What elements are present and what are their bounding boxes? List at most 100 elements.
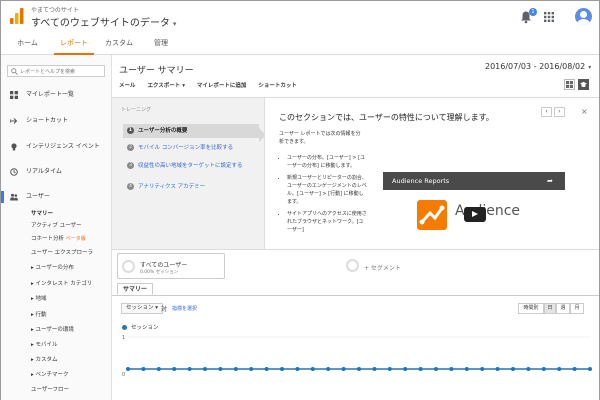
- metric-dropdown[interactable]: セッション ▾: [121, 303, 164, 314]
- subitem-users-flow[interactable]: ユーザーフロー: [31, 385, 69, 396]
- data-point[interactable]: [203, 367, 207, 371]
- sidebar-item-intelligence[interactable]: インテリジェンス イベント: [1, 141, 111, 153]
- report-search[interactable]: [7, 65, 105, 77]
- subitem-overview[interactable]: サマリー: [31, 209, 53, 220]
- data-point[interactable]: [156, 367, 161, 371]
- main-nav: ホーム レポート カスタム 管理: [1, 34, 599, 55]
- step-label: アナリティクス アカデミー: [138, 184, 206, 190]
- data-point[interactable]: [126, 367, 130, 371]
- segment-sub: 0.00% セッション: [140, 270, 179, 275]
- email-button[interactable]: メール: [119, 83, 136, 89]
- data-point[interactable]: [434, 367, 438, 371]
- subitem-benchmark[interactable]: ▸ ベンチマーク: [31, 370, 69, 381]
- training-step-2[interactable]: 2 モバイル コンバージョン率を比較する: [123, 141, 259, 155]
- subitem-geo[interactable]: ▸ 地域: [31, 294, 47, 305]
- play-icon[interactable]: [464, 207, 486, 222]
- data-point[interactable]: [464, 367, 469, 371]
- clock-icon: [10, 168, 18, 176]
- tab-reports[interactable]: レポート: [54, 34, 94, 55]
- data-point[interactable]: [557, 367, 562, 371]
- step-number: 3: [127, 162, 134, 169]
- video-player[interactable]: Audience Reports ➦ Audience: [383, 172, 565, 250]
- data-point[interactable]: [541, 367, 546, 371]
- training-step-3[interactable]: 3 収益性の高い地域をターゲットに設定する: [123, 159, 259, 173]
- add-segment-button[interactable]: + セグメント: [342, 253, 450, 279]
- subitem-custom[interactable]: ▸ カスタム: [31, 355, 58, 366]
- training-toggle-button[interactable]: [578, 79, 589, 90]
- training-step-1[interactable]: 1 ユーザー分析の概要: [123, 124, 259, 138]
- close-icon[interactable]: ×: [581, 107, 588, 116]
- subitem-demographics[interactable]: ▸ ユーザーの分布: [31, 263, 74, 274]
- tab-home[interactable]: ホーム: [1, 34, 54, 55]
- data-point[interactable]: [572, 367, 577, 371]
- legend-dot: [122, 325, 127, 330]
- training-step-4[interactable]: 4 アナリティクス アカデミー: [123, 180, 259, 194]
- data-point[interactable]: [172, 367, 177, 371]
- top-bar: やまてつのサイト すべてのウェブサイトのデータ ▾ 1: [1, 1, 599, 34]
- data-point[interactable]: [511, 367, 515, 371]
- view-selector[interactable]: すべてのウェブサイトのデータ ▾: [31, 14, 176, 29]
- granularity-hourly[interactable]: 時間別: [518, 303, 544, 314]
- sidebar-item-shortcuts[interactable]: ショートカット: [1, 115, 111, 127]
- data-point[interactable]: [480, 367, 485, 371]
- granularity-day[interactable]: 日: [544, 303, 556, 314]
- data-point[interactable]: [449, 367, 454, 371]
- data-point[interactable]: [326, 367, 331, 371]
- account-avatar[interactable]: [575, 8, 592, 25]
- tab-summary[interactable]: サマリー: [117, 283, 154, 295]
- data-point[interactable]: [264, 367, 269, 371]
- apps-grid-icon[interactable]: [544, 12, 554, 22]
- subitem-active-users[interactable]: アクティブ ユーザー: [31, 221, 82, 232]
- video-title-bar: Audience Reports ➦: [383, 172, 565, 190]
- data-point[interactable]: [372, 367, 377, 371]
- sessions-chart: 10: [122, 335, 592, 378]
- next-button[interactable]: ›: [554, 107, 565, 117]
- subitem-user-explorer[interactable]: ユーザー エクスプローラ: [31, 248, 93, 259]
- subitem-cohort[interactable]: コホート分析 ベータ版: [31, 234, 86, 245]
- shortcut-button[interactable]: ショートカット: [258, 83, 297, 89]
- data-point[interactable]: [233, 367, 238, 371]
- date-range-picker[interactable]: 2016/07/03 - 2016/08/02 ▾: [485, 62, 591, 71]
- subitem-interests[interactable]: ▸ インタレスト カテゴリ: [31, 279, 92, 290]
- sidebar-item-audience[interactable]: ユーザー: [1, 191, 111, 203]
- data-point[interactable]: [141, 367, 146, 371]
- data-point[interactable]: [341, 367, 346, 371]
- step-number: 1: [127, 127, 134, 134]
- segment-dot-icon: [122, 260, 135, 273]
- sidebar-item-dashboards[interactable]: マイレポート一覧: [1, 89, 111, 101]
- data-point[interactable]: [588, 367, 592, 371]
- data-point[interactable]: [403, 367, 408, 371]
- share-icon[interactable]: ➦: [547, 177, 553, 185]
- data-point[interactable]: [387, 367, 392, 371]
- insights-button[interactable]: [564, 79, 575, 90]
- export-button[interactable]: エクスポート ▾: [147, 83, 185, 89]
- segment-all-users[interactable]: すべてのユーザー 0.00% セッション: [117, 253, 225, 279]
- granularity-month[interactable]: 月: [570, 303, 584, 314]
- step-label: 収益性の高い地域をターゲットに設定する: [138, 163, 243, 169]
- prev-button[interactable]: ‹: [541, 107, 552, 117]
- search-input[interactable]: [20, 67, 104, 76]
- data-point[interactable]: [495, 367, 500, 371]
- granularity-week[interactable]: 週: [556, 303, 570, 314]
- data-point[interactable]: [357, 367, 361, 371]
- subitem-behavior[interactable]: ▸ 行動: [31, 310, 47, 321]
- sidebar-item-realtime[interactable]: リアルタイム: [1, 166, 111, 178]
- data-point[interactable]: [295, 367, 300, 371]
- training-list: ユーザーの分布。[ユーザー] > [ユーザーの分布] に移動します。 新規ユーザ…: [287, 154, 367, 238]
- data-point[interactable]: [187, 367, 192, 371]
- analytics-logo-icon[interactable]: [10, 8, 24, 24]
- subitem-mobile[interactable]: ▸ モバイル: [31, 340, 58, 351]
- subitem-technology[interactable]: ▸ ユーザーの環境: [31, 325, 74, 336]
- tab-custom[interactable]: カスタム: [99, 34, 139, 55]
- data-point[interactable]: [418, 367, 423, 371]
- data-point[interactable]: [310, 367, 315, 371]
- data-point[interactable]: [218, 367, 223, 371]
- select-metric-link[interactable]: 指標を選択: [172, 305, 197, 312]
- add-to-dashboard-button[interactable]: マイレポートに追加: [197, 83, 247, 89]
- training-description: ユーザー レポートでは次の情報を分析できます。: [279, 131, 361, 145]
- training-heading: このセクションでは、ユーザーの特性について理解します。: [279, 113, 494, 122]
- data-point[interactable]: [249, 367, 254, 371]
- data-point[interactable]: [280, 367, 284, 371]
- tab-admin[interactable]: 管理: [141, 34, 181, 55]
- data-point[interactable]: [526, 367, 531, 371]
